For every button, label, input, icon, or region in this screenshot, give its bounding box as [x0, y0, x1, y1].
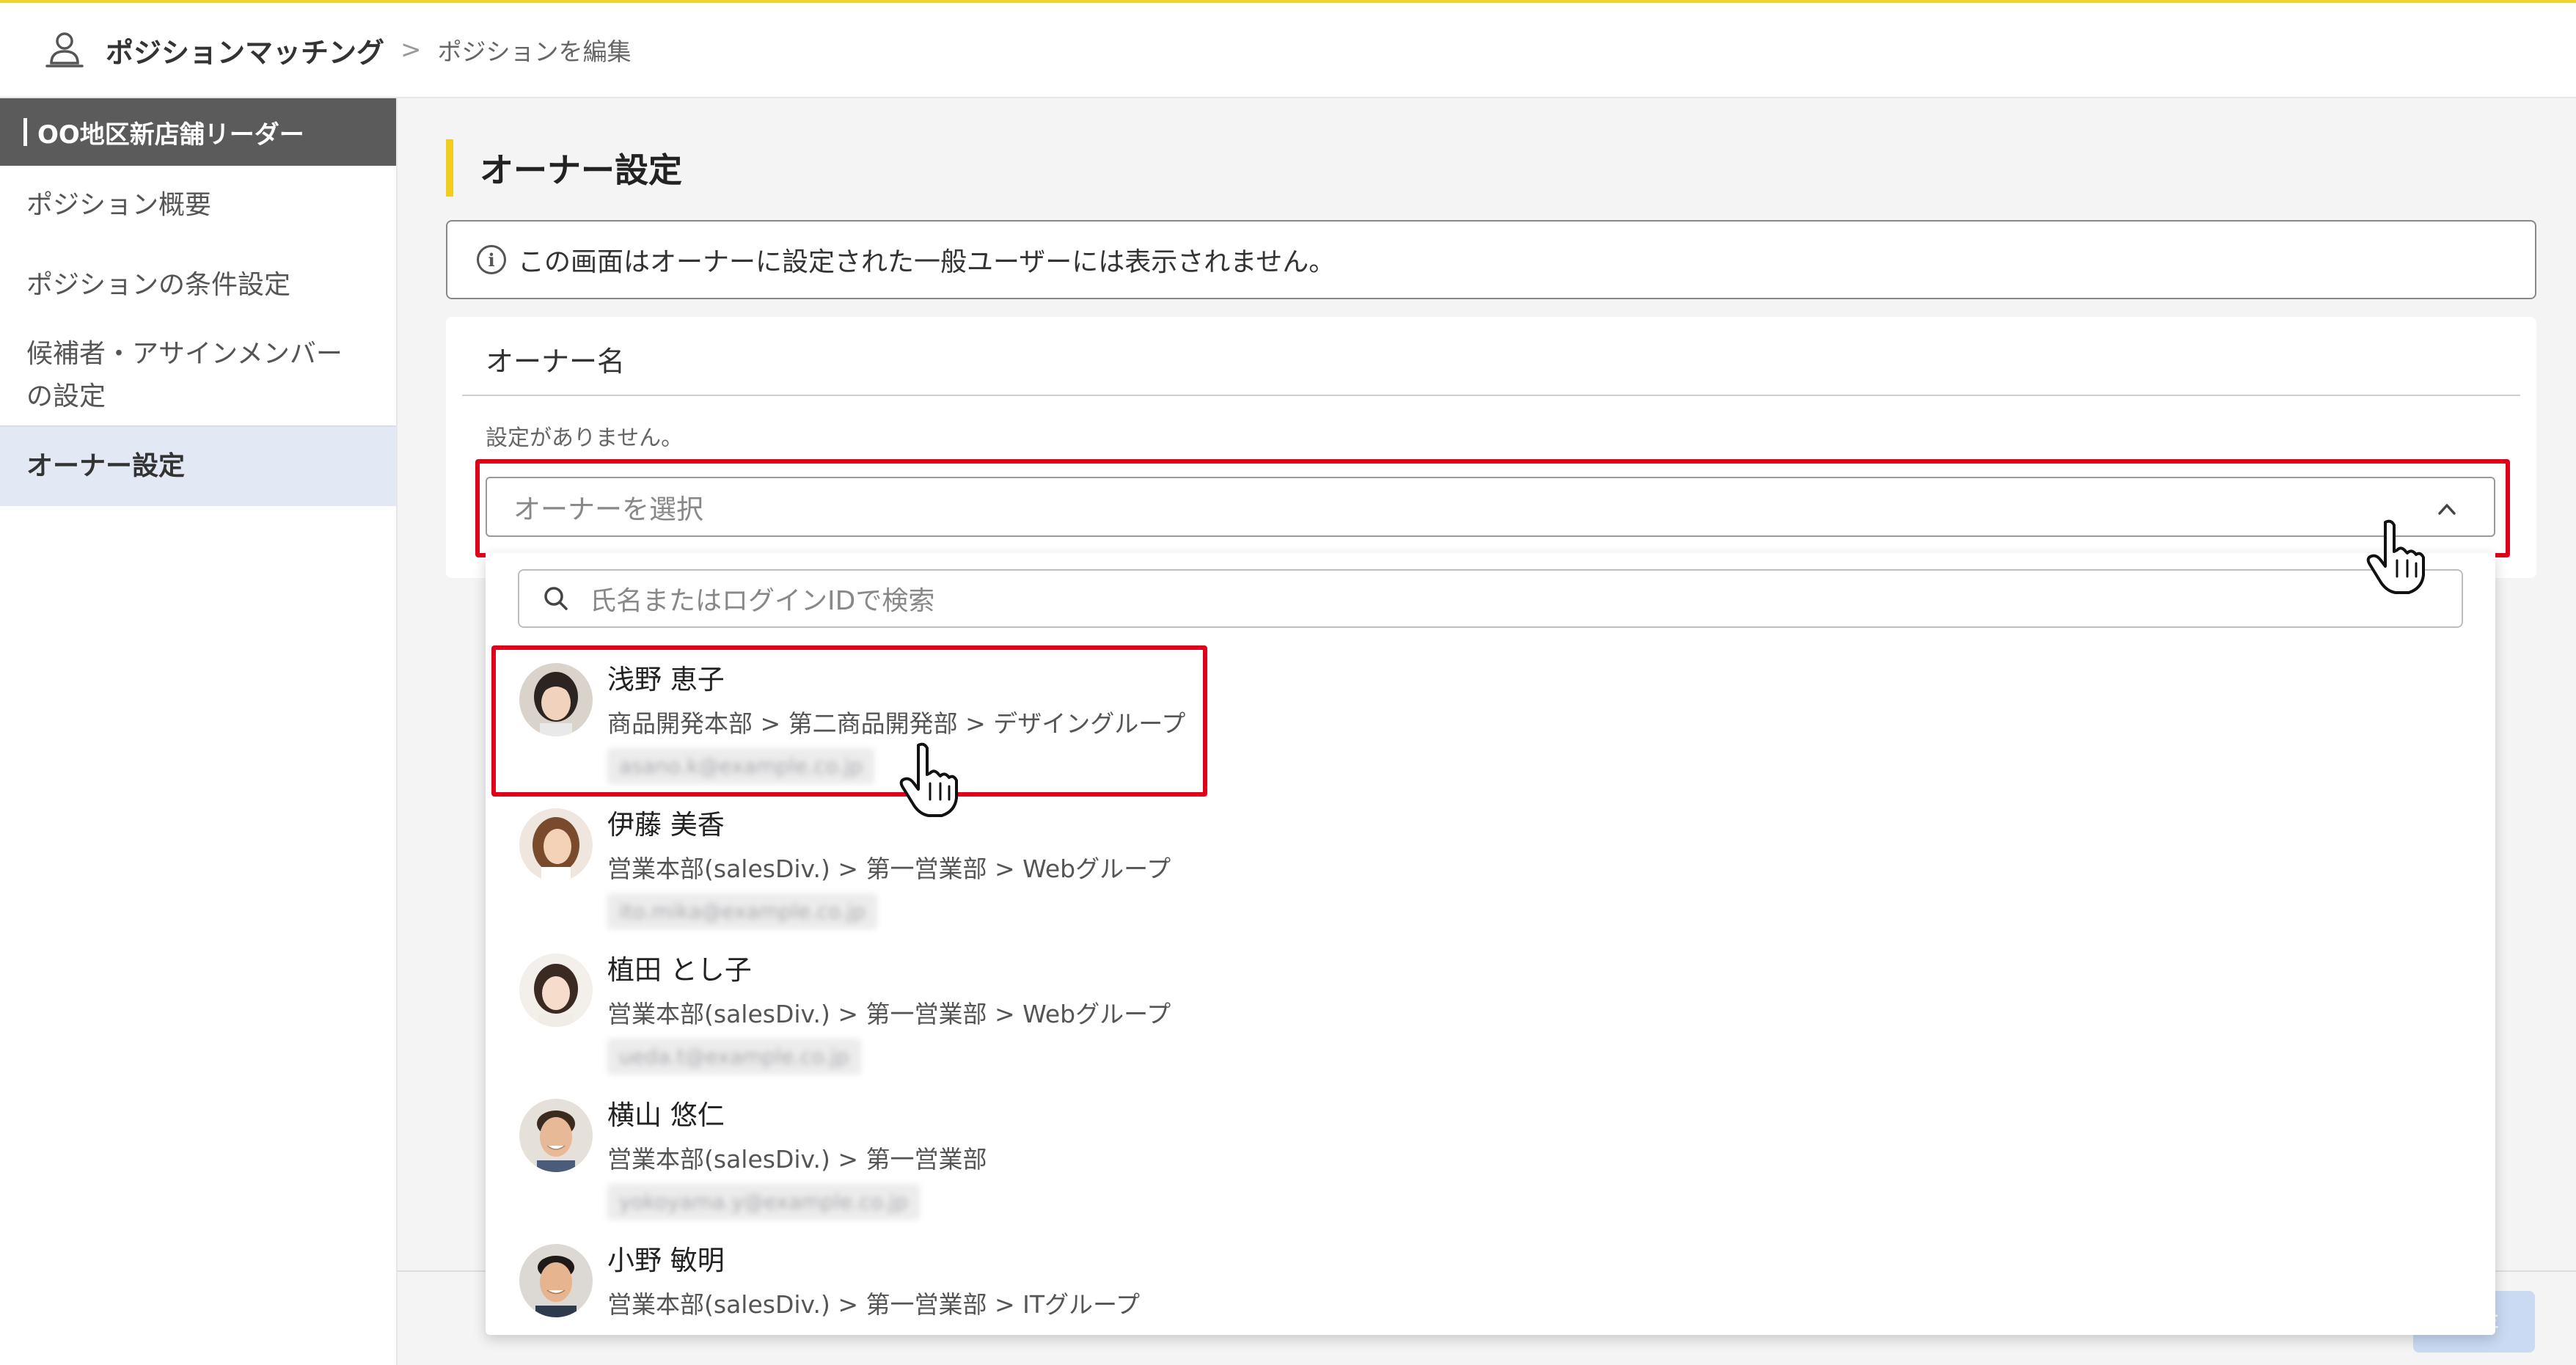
- section-title: オーナー設定: [446, 139, 682, 197]
- no-setting-text: 設定がありません。: [486, 425, 684, 451]
- user-list-item[interactable]: 植田 とし子 営業本部(salesDiv.) > 第一営業部 > Webグループ…: [486, 939, 2495, 1084]
- user-name: 伊藤 美香: [607, 809, 725, 841]
- info-circle-icon: i: [477, 245, 506, 274]
- sidebar: OO地区新店舗リーダー ポジション概要 ポジションの条件設定 候補者・アサインメ…: [0, 98, 398, 1365]
- sidebar-heading-label: OO地区新店舗リーダー: [37, 120, 304, 150]
- user-department: 営業本部(salesDiv.) > 第一営業部 > ITグループ: [607, 1290, 1141, 1319]
- breadcrumb-separator: >: [400, 35, 422, 65]
- sidebar-item-candidate-settings[interactable]: 候補者・アサインメンバー の設定: [0, 326, 396, 425]
- owner-select[interactable]: オーナーを選択: [486, 477, 2495, 537]
- app-title[interactable]: ポジションマッチング: [106, 30, 384, 70]
- sidebar-item-label: ポジションの条件設定: [26, 270, 291, 300]
- sidebar-item-label-line2: の設定: [26, 381, 106, 411]
- sidebar-item-label: オーナー設定: [26, 451, 186, 481]
- info-text: この画面はオーナーに設定された一般ユーザーには表示されません。: [518, 247, 1336, 277]
- user-email-blurred: ueda.t@example.co.jp: [607, 1039, 861, 1075]
- user-email-blurred: ito.mika@example.co.jp: [607, 893, 878, 929]
- sidebar-heading-bar: [23, 118, 27, 146]
- sidebar-item-owner-settings[interactable]: オーナー設定: [0, 425, 396, 506]
- sidebar-item-label: 候補者・アサインメンバー の設定: [26, 333, 343, 418]
- app-window: ポジションマッチング > ポジションを編集 OO地区新店舗リーダー ポジション概…: [0, 0, 2576, 1365]
- search-placeholder: 氏名またはログインIDで検索: [590, 586, 935, 616]
- user-department: 営業本部(salesDiv.) > 第一営業部 > Webグループ: [607, 1000, 1171, 1028]
- avatar: [519, 1244, 593, 1317]
- user-name: 浅野 恵子: [607, 664, 725, 695]
- user-list-item[interactable]: 浅野 恵子 商品開発本部 > 第二商品開発部 > デザイングループ asano.…: [486, 648, 2495, 794]
- user-email-blurred: asano.k@example.co.jp: [607, 748, 875, 784]
- sidebar-item-label: ポジション概要: [26, 190, 212, 220]
- owner-dropdown: 氏名またはログインIDで検索 浅野 恵子 商品開発本部 > 第二商品開発部 > …: [486, 553, 2495, 1335]
- avatar: [519, 663, 593, 736]
- card-divider: [462, 395, 2520, 396]
- user-name: 植田 とし子: [607, 954, 752, 986]
- header: ポジションマッチング > ポジションを編集: [0, 3, 2576, 98]
- user-name: 横山 悠仁: [607, 1099, 725, 1131]
- avatar: [519, 1099, 593, 1172]
- user-list-item[interactable]: 伊藤 美香 営業本部(salesDiv.) > 第一営業部 > Webグループ …: [486, 794, 2495, 939]
- user-department: 営業本部(salesDiv.) > 第一営業部: [607, 1145, 987, 1174]
- sidebar-item-condition-settings[interactable]: ポジションの条件設定: [0, 245, 396, 326]
- user-email-blurred: yokoyama.y@example.co.jp: [607, 1184, 920, 1220]
- info-notice: i この画面はオーナーに設定された一般ユーザーには表示されません。: [446, 220, 2536, 299]
- avatar: [519, 954, 593, 1027]
- user-search-input[interactable]: 氏名またはログインIDで検索: [518, 569, 2463, 628]
- search-icon: [544, 587, 568, 610]
- user-bust-icon[interactable]: [41, 26, 88, 73]
- sidebar-item-label-line1: 候補者・アサインメンバー: [26, 339, 343, 369]
- sidebar-heading: OO地区新店舗リーダー: [0, 98, 396, 166]
- chevron-up-icon[interactable]: [2432, 494, 2462, 524]
- breadcrumb-current: ポジションを編集: [437, 37, 632, 66]
- sidebar-item-position-overview[interactable]: ポジション概要: [0, 166, 396, 245]
- user-department: 営業本部(salesDiv.) > 第一営業部 > Webグループ: [607, 855, 1171, 883]
- card-title: オーナー名: [486, 345, 626, 378]
- owner-name-card: オーナー名 設定がありません。: [446, 317, 2536, 578]
- user-name: 小野 敏明: [607, 1245, 725, 1276]
- user-department: 商品開発本部 > 第二商品開発部 > デザイングループ: [607, 709, 1186, 738]
- user-list-item[interactable]: 小野 敏明 営業本部(salesDiv.) > 第一営業部 > ITグループ: [486, 1229, 2495, 1332]
- avatar: [519, 808, 593, 882]
- owner-select-placeholder: オーナーを選択: [513, 494, 703, 525]
- user-list-item[interactable]: 横山 悠仁 営業本部(salesDiv.) > 第一営業部 yokoyama.y…: [486, 1084, 2495, 1229]
